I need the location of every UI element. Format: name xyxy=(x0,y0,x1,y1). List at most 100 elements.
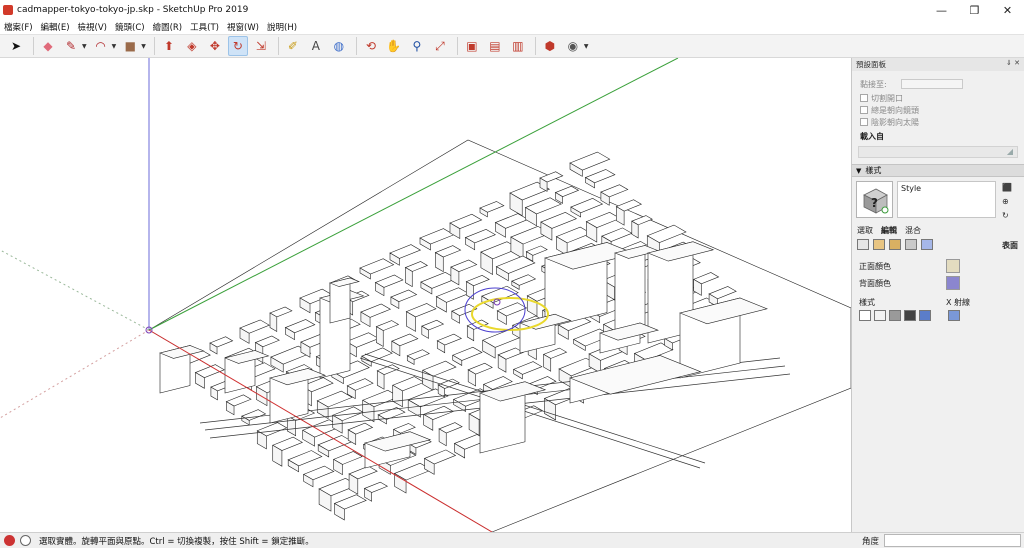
extension-manager-tool-icon[interactable]: ⬢ xyxy=(540,36,560,56)
model-viewport[interactable] xyxy=(0,58,851,532)
menu-edit[interactable]: 編輯(E) xyxy=(37,21,74,33)
wireframe-style-icon[interactable] xyxy=(859,310,871,321)
styles-panel-header[interactable]: ▼ 樣式 xyxy=(852,164,1024,177)
info-icon[interactable] xyxy=(20,535,31,546)
tab-edit[interactable]: 編輯 xyxy=(881,225,897,236)
load-from-label: 載入自 xyxy=(860,131,884,141)
geo-location-icon[interactable] xyxy=(4,535,15,546)
textured-style-icon[interactable] xyxy=(904,310,916,321)
city-blocks xyxy=(148,139,851,532)
model-canvas[interactable] xyxy=(0,58,851,532)
status-message: 選取實體。旋轉平面與原點。Ctrl = 切換複製，按住 Shift = 鎖定推斷… xyxy=(39,536,314,547)
option-row-face-camera[interactable]: 總是朝向鏡頭 xyxy=(852,104,1024,116)
edge-settings-icon[interactable] xyxy=(857,239,869,250)
maximize-button[interactable]: ❐ xyxy=(958,0,991,20)
menu-file[interactable]: 檔案(F) xyxy=(0,21,37,33)
cut-opening-checkbox[interactable] xyxy=(860,94,868,102)
select-tool-icon[interactable]: ➤ xyxy=(6,36,26,56)
layout-send-tool-icon[interactable]: ▥ xyxy=(508,36,528,56)
tape-measure-tool-icon[interactable]: ✐ xyxy=(283,36,303,56)
style-thumbnail[interactable]: ? xyxy=(856,181,893,218)
menu-draw[interactable]: 繪圖(R) xyxy=(149,21,187,33)
default-tray: 預設面板 ⇓ ✕ 黏接至: 切割開口 總是朝向鏡頭 陰影朝向太陽 載入自 ◢ ▼… xyxy=(851,58,1024,532)
snap-to-dropdown[interactable] xyxy=(900,79,963,89)
tray-title-bar: 預設面板 ⇓ ✕ xyxy=(852,58,1024,71)
warehouse-tool-icon[interactable]: ▣ xyxy=(462,36,482,56)
styles-tabs: 選取 編輯 混合 xyxy=(857,225,921,236)
monochrome-style-icon[interactable] xyxy=(919,310,931,321)
face-camera-checkbox[interactable] xyxy=(860,106,868,114)
svg-text:?: ? xyxy=(871,196,878,210)
arc-tool-dropdown-caret-icon[interactable]: ▼ xyxy=(112,43,117,50)
rotate-tool-icon[interactable]: ↻ xyxy=(227,36,248,56)
push-pull-tool-icon[interactable]: ⬆ xyxy=(159,36,179,56)
face-settings-icon[interactable] xyxy=(873,239,885,250)
window-controls: — ❐ ✕ xyxy=(925,0,1024,20)
tab-select[interactable]: 選取 xyxy=(857,225,873,236)
style-display-icon[interactable]: ⬛ xyxy=(1002,181,1012,195)
red-axis-dotted xyxy=(0,329,150,419)
front-color-label: 正面顏色 xyxy=(859,262,891,271)
arc-tool-icon[interactable]: ◠ xyxy=(91,36,111,56)
back-color-swatch[interactable] xyxy=(946,276,960,290)
pan-tool-icon[interactable]: ✋ xyxy=(384,36,404,56)
measurements-input[interactable] xyxy=(884,534,1021,547)
load-from-icon[interactable]: ◢ xyxy=(1007,147,1013,156)
styles-panel-body: ? Style ⬛ ⊕ ↻ 選取 編輯 混合 表面 正面顏色 背面顏色 樣式 X… xyxy=(852,177,1024,352)
style-name: Style xyxy=(901,184,922,193)
menu-tools[interactable]: 工具(T) xyxy=(186,21,223,33)
minimize-button[interactable]: — xyxy=(925,0,958,20)
menu-camera[interactable]: 鏡頭(C) xyxy=(111,21,149,33)
account-tool-icon[interactable]: ◉ xyxy=(563,36,583,56)
style-label: 樣式 xyxy=(859,298,875,307)
close-button[interactable]: ✕ xyxy=(991,0,1024,20)
option-row-cut-opening[interactable]: 切割開口 xyxy=(852,92,1024,104)
orbit-tool-icon[interactable]: ⟲ xyxy=(361,36,381,56)
scale-tool-icon[interactable]: ⇲ xyxy=(251,36,271,56)
shaded-style-icon[interactable] xyxy=(889,310,901,321)
style-name-box[interactable]: Style xyxy=(897,181,996,218)
modeling-settings-icon[interactable] xyxy=(921,239,933,250)
styles-header-label: 樣式 xyxy=(865,166,882,175)
toolbar-separator xyxy=(456,37,458,55)
rectangle-tool-icon[interactable]: ■ xyxy=(120,36,140,56)
move-tool-icon[interactable]: ✥ xyxy=(205,36,225,56)
pencil-tool-icon[interactable]: ✎ xyxy=(61,36,81,56)
option-row-shadows-face-sun[interactable]: 陰影朝向太陽 xyxy=(852,116,1024,128)
snap-to-row: 黏接至: xyxy=(852,78,1024,90)
account-tool-dropdown-caret-icon[interactable]: ▼ xyxy=(584,43,589,50)
style-cube-icon: ? xyxy=(862,188,888,214)
xray-label: X 射線 xyxy=(946,298,971,307)
load-from-field[interactable]: ◢ xyxy=(858,146,1018,158)
watermark-settings-icon[interactable] xyxy=(905,239,917,250)
tray-pin-close-icons[interactable]: ⇓ ✕ xyxy=(1006,59,1020,67)
toolbar-separator xyxy=(33,37,34,55)
xray-toggle-icon[interactable] xyxy=(948,310,960,321)
hidden-line-style-icon[interactable] xyxy=(874,310,886,321)
sketchup-logo-icon xyxy=(3,5,13,15)
menu-view[interactable]: 檢視(V) xyxy=(74,21,111,33)
scenes-panel-body: 黏接至: 切割開口 總是朝向鏡頭 陰影朝向太陽 載入自 ◢ xyxy=(852,71,1024,158)
title-bar: cadmapper-tokyo-tokyo-jp.skp - SketchUp … xyxy=(0,0,1024,20)
zoom-tool-icon[interactable]: ⚲ xyxy=(407,36,427,56)
zoom-extents-tool-icon[interactable]: ⤢ xyxy=(430,36,450,56)
style-side-icons: ⬛ ⊕ ↻ xyxy=(1002,181,1012,223)
pencil-tool-dropdown-caret-icon[interactable]: ▼ xyxy=(82,43,87,50)
eraser-tool-icon[interactable]: ◆ xyxy=(38,36,58,56)
menu-window[interactable]: 視窗(W) xyxy=(223,21,263,33)
style-update-icon[interactable]: ↻ xyxy=(1002,209,1012,223)
green-axis-dotted xyxy=(0,249,150,331)
extension-warehouse-tool-icon[interactable]: ▤ xyxy=(485,36,505,56)
style-create-icon[interactable]: ⊕ xyxy=(1002,195,1012,209)
text-tool-icon[interactable]: A xyxy=(306,36,326,56)
front-color-swatch[interactable] xyxy=(946,259,960,273)
menu-help[interactable]: 說明(H) xyxy=(263,21,301,33)
follow-me-tool-icon[interactable]: ◈ xyxy=(182,36,202,56)
rectangle-tool-dropdown-caret-icon[interactable]: ▼ xyxy=(141,43,146,50)
tab-mix[interactable]: 混合 xyxy=(905,225,921,236)
back-color-label: 背面顏色 xyxy=(859,279,891,288)
background-settings-icon[interactable] xyxy=(889,239,901,250)
option-label-shadows-face-sun: 陰影朝向太陽 xyxy=(871,117,919,127)
shadows-face-sun-checkbox[interactable] xyxy=(860,118,868,126)
paint-bucket-tool-icon[interactable]: ◍ xyxy=(329,36,349,56)
